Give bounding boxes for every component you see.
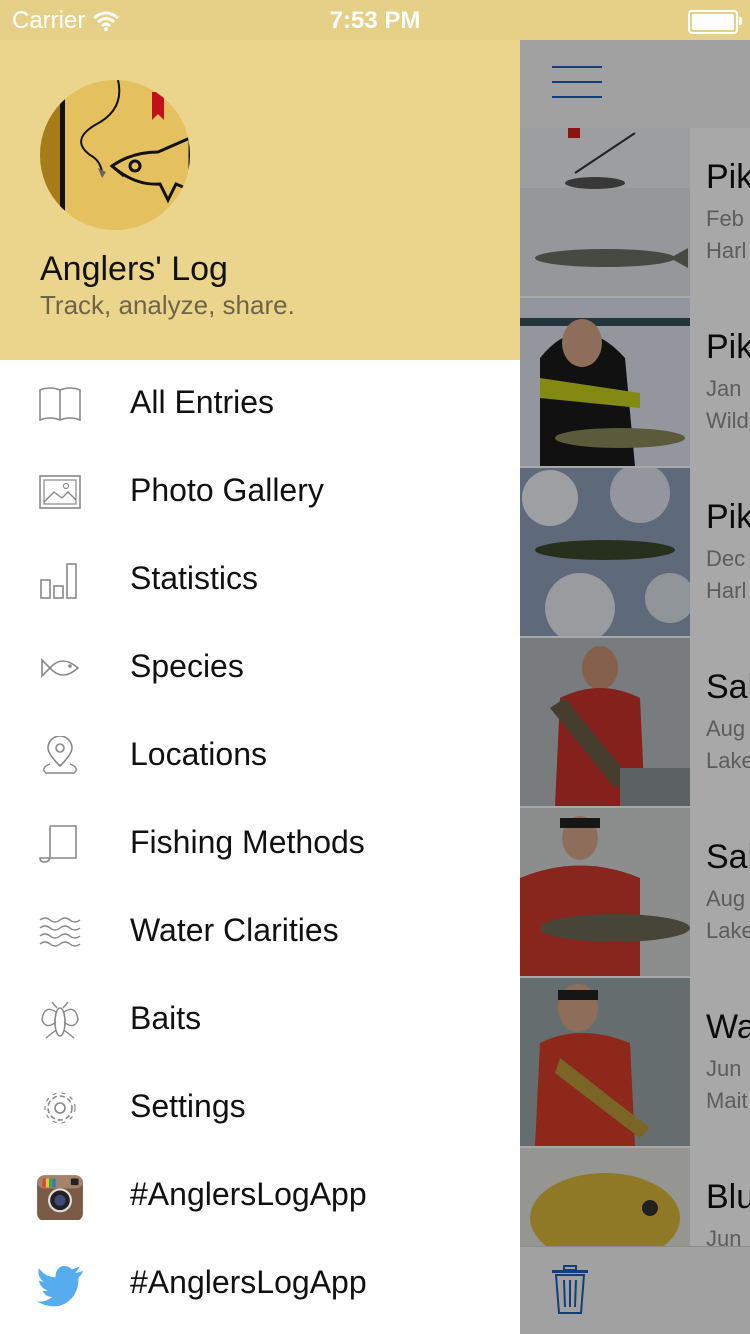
app-logo <box>40 80 190 230</box>
entry-photo <box>520 808 690 976</box>
menu-item-label: All Entries <box>130 384 275 420</box>
menu-item-label: Species <box>130 648 244 684</box>
app-tagline: Track, analyze, share. <box>40 290 295 320</box>
app-name: Anglers' Log <box>40 250 228 288</box>
entry-row[interactable]: Pik Dec Harl <box>520 468 750 638</box>
entry-date: Feb <box>706 206 744 231</box>
entry-row[interactable]: Sal Aug Lake <box>520 808 750 978</box>
menu-item-baits[interactable]: Baits <box>0 976 520 1064</box>
waves-icon <box>39 917 81 947</box>
entry-photo <box>520 298 690 466</box>
entry-title: Sal <box>706 838 750 876</box>
menu-item-photo-gallery[interactable]: Photo Gallery <box>0 448 520 536</box>
entry-date: Jan <box>706 376 742 401</box>
clock: 7:53 PM <box>329 7 421 34</box>
scroll-icon <box>39 825 77 863</box>
instagram-icon <box>37 1175 83 1220</box>
menu-item-twitter[interactable]: #AnglersLogApp <box>0 1240 520 1328</box>
menu-item-species[interactable]: Species <box>0 624 520 712</box>
entries-screen: Pik Feb Harl Pik Jan Wild Pik Dec Harl S… <box>520 40 750 1334</box>
status-bar: Carrier 7:53 PM <box>0 0 750 40</box>
drawer-header: Anglers' Log Track, analyze, share. <box>0 40 520 360</box>
fly-icon <box>41 1001 79 1039</box>
twitter-icon <box>36 1265 83 1307</box>
entry-location: Harl <box>706 238 747 263</box>
hamburger-menu-icon[interactable] <box>552 66 602 100</box>
fish-icon <box>41 658 80 678</box>
menu-item-label: Fishing Methods <box>130 824 365 860</box>
entry-title: Pik <box>706 498 750 536</box>
entry-title: Blu <box>706 1178 750 1216</box>
entry-title: Pik <box>706 328 750 366</box>
menu-item-label: Locations <box>130 736 267 772</box>
entry-date: Aug <box>706 716 746 741</box>
entry-photo <box>520 468 690 636</box>
menu-item-label: Settings <box>130 1088 246 1124</box>
entry-row[interactable]: Pik Feb Harl <box>520 128 750 298</box>
drawer-menu: All Entries Photo Gallery Statistics Spe… <box>0 360 520 1328</box>
bar-chart-icon <box>40 563 77 599</box>
entry-photo <box>520 638 690 806</box>
menu-item-fishing-methods[interactable]: Fishing Methods <box>0 800 520 888</box>
menu-item-label: Baits <box>130 1000 202 1036</box>
photo-icon <box>39 475 81 509</box>
entry-photo <box>520 128 690 296</box>
menu-item-instagram[interactable]: #AnglersLogApp <box>0 1152 520 1240</box>
entry-photo <box>520 978 690 1146</box>
entry-location: Mait <box>706 1088 748 1113</box>
book-icon <box>39 387 81 422</box>
menu-item-label: Water Clarities <box>130 912 339 948</box>
entry-date: Dec <box>706 546 746 571</box>
entry-row[interactable]: Sal Aug Lake <box>520 638 750 808</box>
menu-item-water-clarities[interactable]: Water Clarities <box>0 888 520 976</box>
menu-item-label: #AnglersLogApp <box>130 1264 367 1300</box>
trash-icon[interactable] <box>552 1265 588 1315</box>
gear-icon <box>44 1092 76 1124</box>
menu-item-label: Statistics <box>130 560 259 596</box>
side-drawer: Anglers' Log Track, analyze, share. All … <box>0 40 520 1334</box>
entry-date: Jun <box>706 1056 742 1081</box>
menu-item-label: #AnglersLogApp <box>130 1176 367 1212</box>
menu-item-all-entries[interactable]: All Entries <box>0 360 520 448</box>
bottom-toolbar <box>520 1246 750 1334</box>
entry-location: Lake <box>706 918 750 943</box>
menu-item-locations[interactable]: Locations <box>0 712 520 800</box>
location-pin-icon <box>43 736 77 774</box>
menu-item-label: Photo Gallery <box>130 472 324 508</box>
entry-date: Aug <box>706 886 746 911</box>
entry-title: Sal <box>706 668 750 706</box>
nav-bar <box>520 40 750 129</box>
menu-item-settings[interactable]: Settings <box>0 1064 520 1152</box>
entry-location: Lake <box>706 748 750 773</box>
entry-location: Harl <box>706 578 747 603</box>
entry-row[interactable]: Pik Jan Wild <box>520 298 750 468</box>
entry-title: Pik <box>706 158 750 196</box>
menu-item-statistics[interactable]: Statistics <box>0 536 520 624</box>
entry-location: Wild <box>706 408 749 433</box>
battery-icon <box>688 10 742 34</box>
entry-row[interactable]: Wa Jun Mait <box>520 978 750 1148</box>
entry-title: Wa <box>706 1008 750 1046</box>
